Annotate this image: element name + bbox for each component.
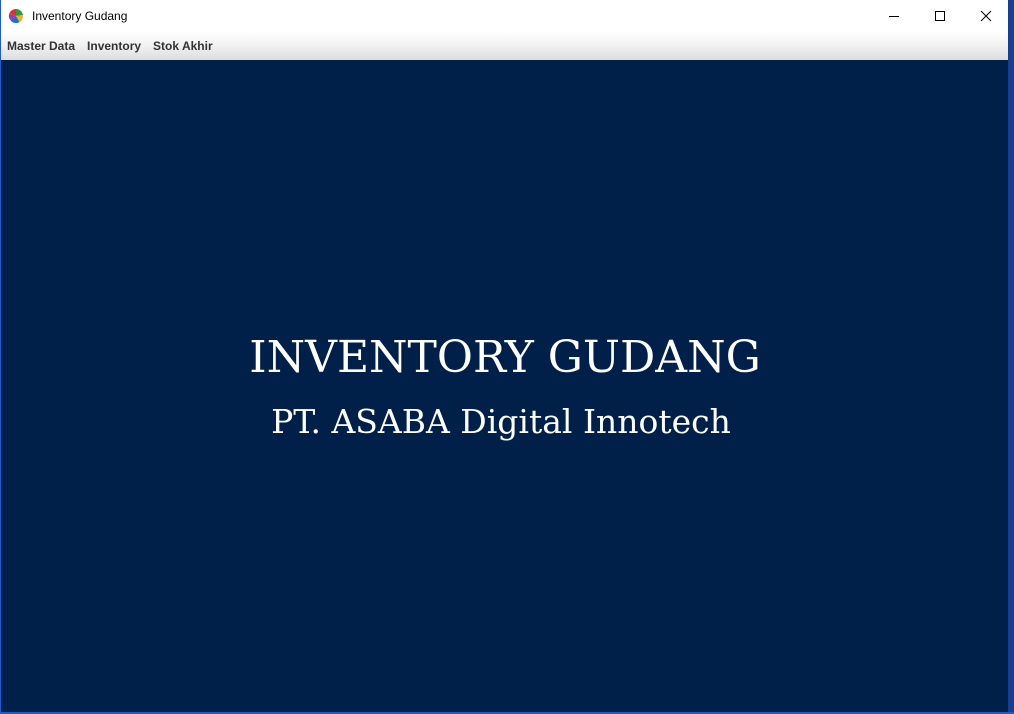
maximize-icon (935, 10, 945, 21)
minimize-button[interactable] (871, 0, 917, 31)
maximize-button[interactable] (917, 0, 963, 31)
app-window: Inventory Gudang Master Data Inventory S… (0, 0, 1010, 712)
minimize-icon (889, 15, 899, 17)
title-bar[interactable]: Inventory Gudang (1, 0, 1009, 31)
window-controls (871, 0, 1009, 31)
pie-chart-app-icon (8, 8, 23, 23)
main-content-panel: INVENTORY GUDANG PT. ASABA Digital Innot… (1, 60, 1009, 712)
company-name: PT. ASABA Digital Innotech (271, 402, 731, 441)
close-button[interactable] (963, 0, 1009, 31)
menu-inventory[interactable]: Inventory (81, 39, 147, 53)
menu-stok-akhir[interactable]: Stok Akhir (147, 39, 219, 53)
window-title: Inventory Gudang (32, 8, 128, 23)
desktop-edge (1008, 0, 1014, 714)
app-headline: INVENTORY GUDANG (249, 332, 761, 383)
menu-bar: Master Data Inventory Stok Akhir (1, 31, 1009, 60)
close-icon (980, 10, 992, 21)
menu-master-data[interactable]: Master Data (1, 39, 81, 53)
